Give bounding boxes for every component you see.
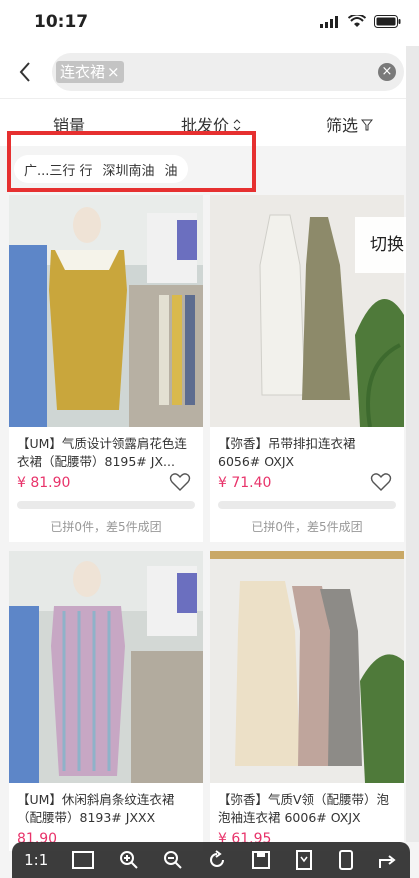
scroll-gutter xyxy=(406,46,419,842)
zoom-in-icon[interactable] xyxy=(119,850,139,870)
product-price: ¥ 71.40 xyxy=(218,475,272,491)
status-icons xyxy=(320,15,401,28)
product-price: ¥ 81.90 xyxy=(17,475,71,491)
battery-icon xyxy=(374,15,401,28)
phone-icon[interactable] xyxy=(338,850,354,870)
status-bar: 10:17 xyxy=(0,0,419,46)
product-title: 【弥香】气质V领（配腰带）泡泡袖连衣裙 6006# OXJX xyxy=(218,792,390,825)
product-card[interactable]: 【弥香】气质V领（配腰带）泡泡袖连衣裙 6006# OXJX ¥ 61.95 xyxy=(210,551,404,851)
product-card[interactable]: 【UM】气质设计领露肩花色连衣裙（配腰带）8195# JX... ¥ 81.90… xyxy=(9,195,203,542)
product-image xyxy=(210,551,404,783)
viewer-toolbar: 1:1 xyxy=(12,842,410,878)
search-input[interactable]: 连衣裙 × × xyxy=(52,53,404,91)
actual-size-button[interactable]: 1:1 xyxy=(24,851,48,869)
group-progress-bar xyxy=(17,501,195,509)
save-icon[interactable] xyxy=(251,850,271,870)
filter-label: 筛选 xyxy=(326,116,359,135)
filter-tab[interactable]: 筛选 xyxy=(326,112,374,136)
group-progress-bar xyxy=(218,501,396,509)
group-status: 已拼0件，差5件成团 xyxy=(50,520,162,534)
group-status: 已拼0件，差5件成团 xyxy=(251,520,363,534)
product-image xyxy=(9,195,203,427)
zoom-out-icon[interactable] xyxy=(163,850,183,870)
search-query-chip[interactable]: 连衣裙 × xyxy=(56,61,124,83)
share-icon[interactable] xyxy=(378,850,398,870)
search-bar: 连衣裙 × × xyxy=(0,46,419,98)
search-query-text: 连衣裙 xyxy=(60,63,106,81)
status-time: 10:17 xyxy=(34,12,89,32)
back-arrow-icon[interactable] xyxy=(14,58,38,86)
sort-arrows-icon xyxy=(233,119,241,131)
bookmark-icon[interactable] xyxy=(295,850,313,870)
rotate-icon[interactable] xyxy=(207,850,227,870)
filter-icon xyxy=(360,119,374,131)
product-title: 【弥香】吊带排扣连衣裙 6056# OXJX xyxy=(218,436,356,469)
signal-icon xyxy=(320,15,338,28)
wifi-icon xyxy=(348,15,366,27)
product-card[interactable]: 【UM】休闲斜肩条纹连衣裙（配腰带）8193# JXXX 81.90 xyxy=(9,551,203,851)
product-image xyxy=(9,551,203,783)
favorite-heart-icon[interactable] xyxy=(169,472,191,492)
clear-search-icon[interactable]: × xyxy=(378,63,396,81)
chip-close-icon[interactable]: × xyxy=(107,61,120,83)
product-title: 【UM】休闲斜肩条纹连衣裙（配腰带）8193# JXXX xyxy=(17,792,175,825)
highlight-box xyxy=(7,131,256,192)
fit-screen-icon[interactable] xyxy=(72,851,95,869)
product-title: 【UM】气质设计领露肩花色连衣裙（配腰带）8195# JX... xyxy=(17,436,187,469)
favorite-heart-icon[interactable] xyxy=(370,472,392,492)
